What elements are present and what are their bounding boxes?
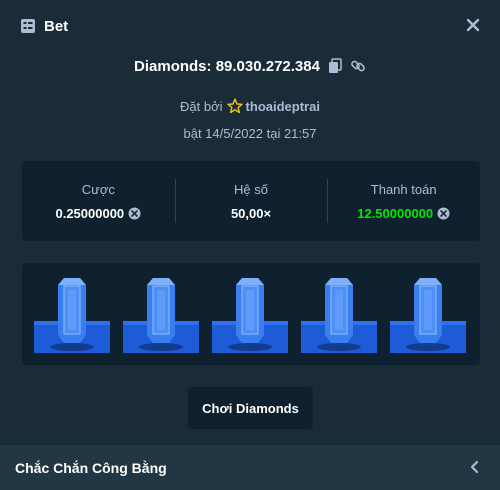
blue-gem-icon [301,278,377,353]
copy-icon[interactable] [327,58,343,74]
play-diamonds-button[interactable]: Chơi Diamonds [188,387,313,429]
placed-by-label: Đặt bởi [180,98,223,114]
star-icon [226,98,243,114]
multiplier-label: Hệ số [234,181,268,197]
placed-by-row: Đặt bởi thoaideptrai [0,96,500,116]
gems-board [22,263,480,365]
payout-label: Thanh toán [370,181,437,197]
provably-fair-label: Chắc Chắn Công Bằng [15,459,167,476]
multiplier-stat: Hệ số 50,00× [174,161,328,241]
currency-icon [128,207,141,219]
bet-slip-icon [21,19,35,33]
username-link[interactable]: thoaideptrai [246,99,320,114]
bet-id-row: Diamonds: 89.030.272.384 [0,55,500,77]
close-icon[interactable] [464,16,482,34]
blue-gem-icon [123,278,199,353]
blue-gem-icon [34,278,110,353]
bet-id-label: Diamonds: 89.030.272.384 [134,57,320,75]
modal-header: Bet [0,0,500,52]
blue-gem-icon [390,278,466,353]
payout-value: 12.50000000 [357,205,434,221]
payout-stat: Thanh toán 12.50000000 [327,161,480,241]
currency-icon [437,207,450,219]
chevron-left-icon[interactable] [468,460,482,474]
provably-fair-bar[interactable]: Chắc Chắn Công Bằng [0,445,500,490]
multiplier-value: 50,00× [230,205,272,221]
bet-date: bật 14/5/2022 tại 21:57 [183,125,317,141]
payout-value-row: 12.50000000 [357,206,450,221]
wager-label: Cược [81,181,115,197]
wager-stat: Cược 0.25000000 [22,161,175,241]
wager-value: 0.25000000 [55,205,125,221]
bet-stats-panel: Cược 0.25000000 Hệ số 50,00× Thanh toán … [22,161,480,241]
wager-value-row: 0.25000000 [55,206,141,221]
blue-gem-icon [212,278,288,353]
modal-title: Bet [44,17,69,35]
link-icon[interactable] [350,58,366,74]
